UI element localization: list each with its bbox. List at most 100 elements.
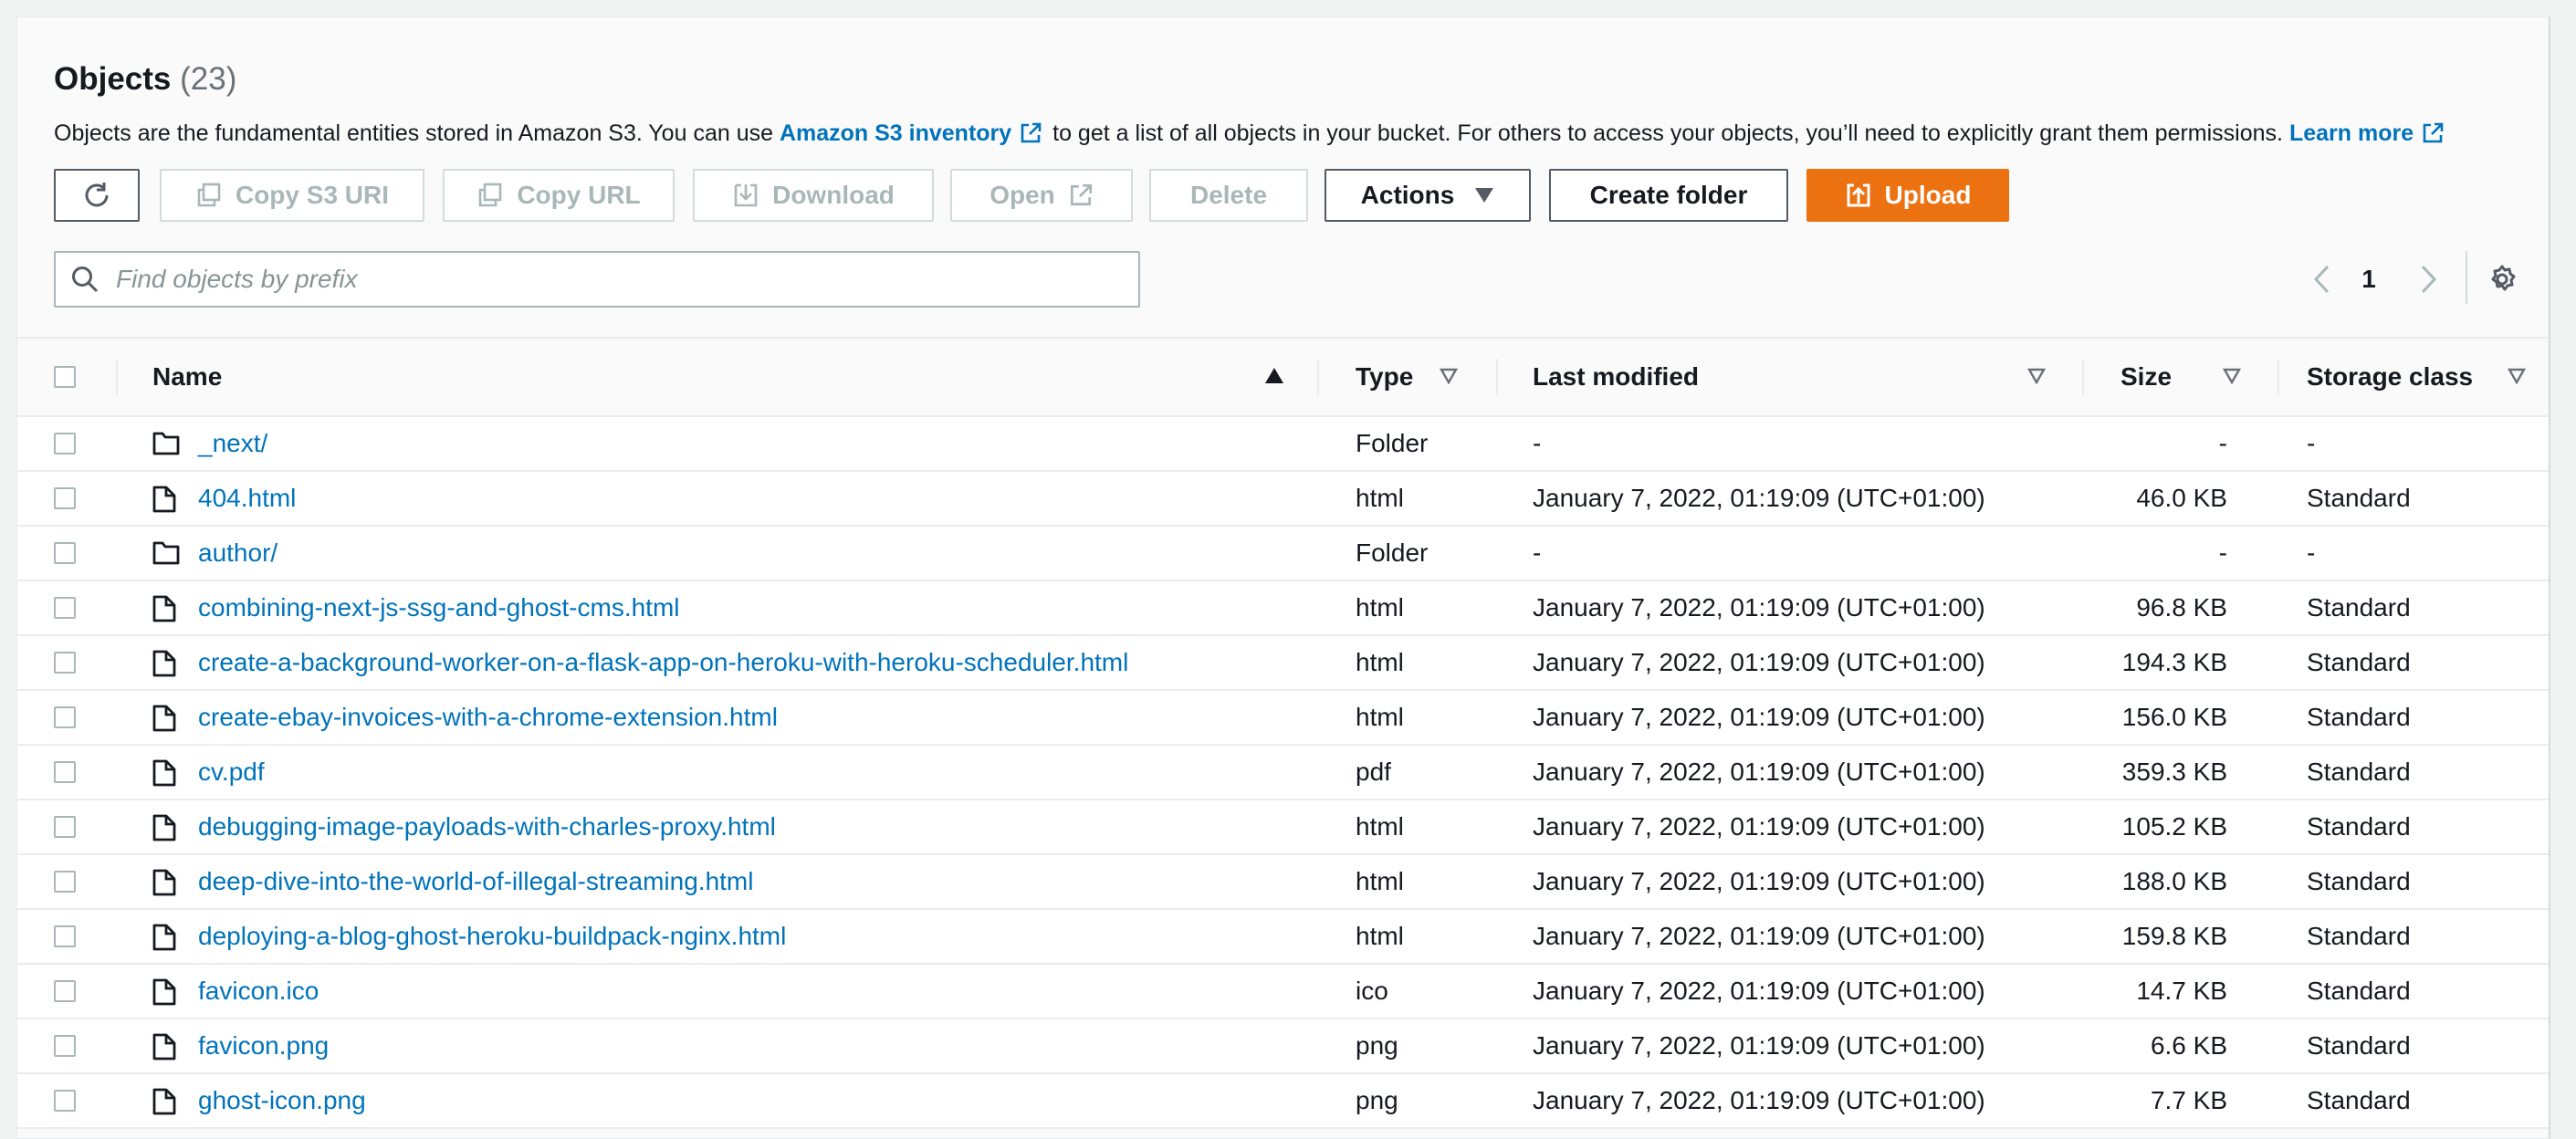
learn-more-link[interactable]: Learn more — [2289, 120, 2414, 146]
search-icon — [70, 265, 99, 294]
object-type: html — [1356, 812, 1404, 841]
object-name-link[interactable]: favicon.png — [198, 1019, 329, 1072]
table-row[interactable]: author/Folder - - - — [17, 527, 2549, 581]
column-header-type[interactable]: Type — [1356, 339, 1413, 415]
preferences-button[interactable] — [2486, 256, 2518, 302]
table-row[interactable]: _next/Folder - - - — [17, 417, 2549, 472]
object-count: (23) — [180, 61, 237, 97]
object-name-link[interactable]: combining-next-js-ssg-and-ghost-cms.html — [198, 581, 680, 634]
row-checkbox[interactable] — [54, 761, 76, 783]
table-row[interactable]: cv.pdf pdf January 7, 2022, 01:19:09 (UTC+… — [17, 746, 2549, 800]
delete-button[interactable]: Delete — [1149, 169, 1308, 222]
column-divider — [2278, 359, 2279, 395]
object-name-link[interactable]: create-ebay-invoices-with-a-chrome-exten… — [198, 691, 778, 744]
sort-icon[interactable] — [2026, 368, 2047, 389]
object-storage-class: Standard — [2307, 1031, 2411, 1060]
row-checkbox[interactable] — [54, 487, 76, 509]
object-size: 194.3 KB — [2121, 648, 2227, 676]
object-size: 159.8 KB — [2121, 922, 2227, 950]
object-size: 359.3 KB — [2121, 758, 2227, 786]
file-icon — [152, 814, 176, 846]
object-name-link[interactable]: cv.pdf — [198, 746, 265, 799]
download-button[interactable]: Download — [693, 169, 934, 222]
file-icon — [152, 759, 176, 791]
object-size: 188.0 KB — [2121, 867, 2227, 895]
row-checkbox[interactable] — [54, 871, 76, 893]
open-button[interactable]: Open — [950, 169, 1133, 222]
row-checkbox[interactable] — [54, 980, 76, 1002]
row-checkbox[interactable] — [54, 542, 76, 564]
file-icon — [152, 486, 176, 517]
object-name-link[interactable]: deploying-a-blog-ghost-heroku-buildpack-… — [198, 910, 786, 963]
table-row[interactable]: create-ebay-invoices-with-a-chrome-exten… — [17, 691, 2549, 746]
copy-url-button[interactable]: Copy URL — [443, 169, 675, 222]
actions-dropdown[interactable]: Actions — [1325, 169, 1531, 222]
table-row[interactable]: combining-next-js-ssg-and-ghost-cms.html… — [17, 581, 2549, 636]
chevron-right-icon — [2414, 264, 2442, 295]
next-page-button[interactable] — [2414, 256, 2442, 302]
create-folder-label: Create folder — [1589, 181, 1748, 209]
object-last-modified: January 7, 2022, 01:19:09 (UTC+01:00) — [1533, 922, 1985, 950]
sort-icon[interactable] — [1439, 368, 1459, 389]
object-name-link[interactable]: create-a-background-worker-on-a-flask-ap… — [198, 636, 1128, 689]
column-header-name[interactable]: Name — [152, 339, 222, 415]
object-storage-class: Standard — [2307, 977, 2411, 1005]
table-row[interactable]: deep-dive-into-the-world-of-illegal-stre… — [17, 855, 2549, 910]
create-folder-button[interactable]: Create folder — [1549, 169, 1788, 222]
objects-description: Objects are the fundamental entities sto… — [54, 118, 2448, 153]
column-header-last-modified[interactable]: Last modified — [1533, 339, 1699, 415]
object-type: Folder — [1356, 538, 1429, 567]
actions-label: Actions — [1360, 181, 1455, 209]
sort-icon[interactable] — [2222, 368, 2242, 389]
file-icon — [152, 1088, 176, 1120]
row-checkbox[interactable] — [54, 433, 76, 455]
object-size: 156.0 KB — [2121, 703, 2227, 731]
row-checkbox[interactable] — [54, 816, 76, 838]
row-checkbox[interactable] — [54, 1035, 76, 1057]
copy-s3-uri-button[interactable]: Copy S3 URI — [160, 169, 424, 222]
previous-page-button[interactable] — [2309, 256, 2336, 302]
s3-inventory-link[interactable]: Amazon S3 inventory — [780, 120, 1011, 146]
upload-button[interactable]: Upload — [1806, 169, 2009, 222]
refresh-icon — [80, 179, 113, 212]
search-box[interactable] — [54, 251, 1140, 308]
object-storage-class: Standard — [2307, 812, 2411, 841]
row-checkbox[interactable] — [54, 597, 76, 619]
sort-icon[interactable] — [2507, 368, 2527, 389]
table-row[interactable]: favicon.png png January 7, 2022, 01:19:09 … — [17, 1019, 2549, 1074]
object-name-link[interactable]: author/ — [198, 527, 277, 580]
search-input[interactable] — [114, 264, 1122, 295]
select-all-checkbox[interactable] — [54, 366, 76, 388]
copy-url-label: Copy URL — [517, 181, 641, 209]
column-header-storage-class[interactable]: Storage class — [2307, 339, 2473, 415]
table-row[interactable]: 404.html html January 7, 2022, 01:19:09 (U… — [17, 472, 2549, 527]
row-checkbox[interactable] — [54, 652, 76, 674]
object-type: html — [1356, 703, 1404, 731]
object-name-link[interactable]: favicon.ico — [198, 965, 319, 1018]
table-row[interactable]: create-a-background-worker-on-a-flask-ap… — [17, 636, 2549, 691]
row-checkbox[interactable] — [54, 925, 76, 947]
object-name-link[interactable]: _next/ — [198, 417, 267, 470]
objects-header: Objects (23) — [54, 61, 236, 98]
table-row[interactable]: ghost-icon.png png January 7, 2022, 01:19:… — [17, 1074, 2549, 1129]
external-link-icon — [1019, 121, 1042, 153]
copy-icon — [476, 182, 504, 209]
column-header-size[interactable]: Size — [2120, 339, 2172, 415]
object-last-modified: January 7, 2022, 01:19:09 (UTC+01:00) — [1533, 593, 1985, 622]
object-name-link[interactable]: 404.html — [198, 472, 296, 525]
table-header: Name Type Last modified Size Storage cla… — [17, 337, 2549, 417]
object-last-modified: January 7, 2022, 01:19:09 (UTC+01:00) — [1533, 867, 1985, 895]
table-row[interactable]: debugging-image-payloads-with-charles-pr… — [17, 800, 2549, 855]
row-checkbox[interactable] — [54, 706, 76, 728]
current-page-number[interactable]: 1 — [2351, 256, 2387, 302]
row-checkbox[interactable] — [54, 1090, 76, 1112]
object-name-link[interactable]: ghost-icon.png — [198, 1074, 366, 1127]
object-type: html — [1356, 648, 1404, 676]
sort-ascending-icon[interactable] — [1264, 367, 1284, 390]
file-icon — [152, 924, 176, 956]
table-row[interactable]: favicon.ico ico January 7, 2022, 01:19:09 … — [17, 965, 2549, 1019]
refresh-button[interactable] — [54, 169, 140, 222]
object-name-link[interactable]: debugging-image-payloads-with-charles-pr… — [198, 800, 776, 853]
table-row[interactable]: deploying-a-blog-ghost-heroku-buildpack-… — [17, 910, 2549, 965]
object-name-link[interactable]: deep-dive-into-the-world-of-illegal-stre… — [198, 855, 753, 908]
